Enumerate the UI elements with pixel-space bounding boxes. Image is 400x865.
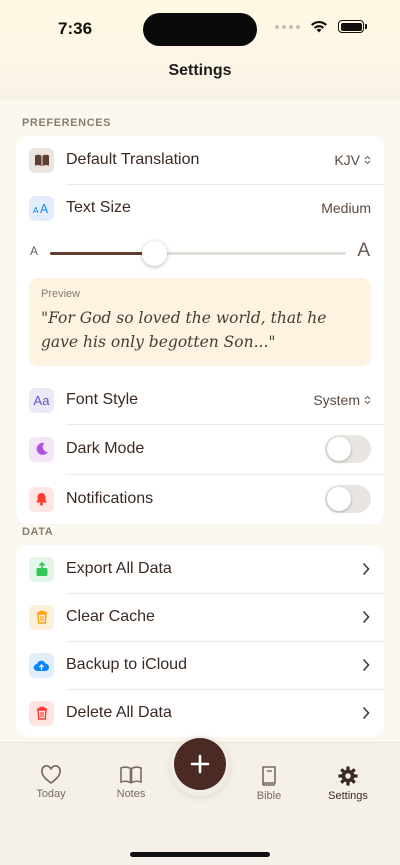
chevron-right-icon — [362, 610, 370, 624]
tab-settings-label: Settings — [328, 790, 368, 802]
default-translation-row[interactable]: Default Translation KJV — [16, 136, 384, 184]
text-size-icon: AA — [29, 195, 54, 221]
wifi-icon — [311, 20, 327, 33]
text-size-slider-row: A A — [16, 232, 384, 278]
text-preview-box: Preview "For God so loved the world, tha… — [29, 278, 371, 366]
font-style-row[interactable]: Aa Font Style System — [16, 376, 384, 424]
text-size-row: AA Text Size Medium — [16, 184, 384, 232]
preview-label: Preview — [41, 288, 81, 300]
svg-text:A: A — [33, 206, 39, 214]
chevron-right-icon — [362, 658, 370, 672]
text-size-slider-fill — [50, 252, 154, 255]
translation-value: KJV — [334, 152, 360, 168]
section-header-data: DATA — [22, 526, 54, 538]
cloud-upload-icon — [29, 652, 54, 678]
section-header-preferences: PREFERENCES — [22, 117, 112, 129]
heart-icon — [41, 765, 61, 785]
backup-to-icloud-label: Backup to iCloud — [66, 656, 187, 673]
dynamic-island — [143, 13, 257, 46]
tab-today[interactable]: Today — [16, 765, 86, 800]
delete-all-data-label: Delete All Data — [66, 704, 172, 721]
gear-icon — [338, 766, 358, 786]
font-style-label: Font Style — [66, 391, 139, 408]
tab-notes[interactable]: Notes — [96, 765, 166, 800]
clear-cache-row[interactable]: Clear Cache — [16, 593, 384, 641]
preview-text: "For God so loved the world, that he gav… — [41, 309, 327, 351]
tab-bible[interactable]: Bible — [234, 765, 304, 802]
slider-min-label: A — [30, 244, 39, 258]
chevron-right-icon — [362, 562, 370, 576]
preferences-card: Default Translation KJV AA Text Size Med… — [16, 136, 384, 524]
tab-today-label: Today — [36, 788, 66, 800]
book-open-icon — [120, 766, 142, 784]
status-time: 7:36 — [58, 19, 93, 38]
battery-icon — [338, 20, 367, 33]
dark-mode-label: Dark Mode — [66, 440, 145, 457]
moon-icon — [29, 436, 54, 462]
text-size-slider-thumb[interactable] — [142, 241, 167, 266]
clear-cache-label: Clear Cache — [66, 608, 155, 625]
share-icon — [29, 556, 54, 582]
tab-settings[interactable]: Settings — [313, 765, 383, 802]
home-indicator — [130, 852, 270, 857]
notifications-label: Notifications — [66, 490, 154, 507]
text-size-value: Medium — [321, 200, 371, 216]
trash-icon — [29, 700, 54, 726]
chevron-up-down-icon — [364, 155, 371, 165]
data-card: Export All Data Clear Cache Backup to iC… — [16, 545, 384, 737]
export-all-data-row[interactable]: Export All Data — [16, 545, 384, 593]
backup-to-icloud-row[interactable]: Backup to iCloud — [16, 641, 384, 689]
top-bar: 7:36 Settings — [0, 0, 400, 100]
slider-max-label: A — [357, 240, 370, 261]
text-size-slider-track[interactable] — [50, 252, 346, 255]
status-icons — [275, 20, 367, 33]
chevron-up-down-icon — [364, 395, 371, 405]
font-style-value: System — [313, 392, 360, 408]
tab-notes-label: Notes — [116, 788, 146, 800]
bell-icon — [29, 486, 54, 512]
notifications-row: Notifications — [16, 474, 384, 524]
export-all-data-label: Export All Data — [66, 560, 172, 577]
trash-icon — [29, 604, 54, 630]
notifications-toggle[interactable] — [325, 485, 371, 513]
chevron-right-icon — [362, 706, 370, 720]
font-style-picker[interactable]: System — [313, 392, 371, 408]
book-icon — [262, 766, 276, 786]
cellular-signal-icon — [275, 24, 300, 29]
font-style-icon: Aa — [29, 387, 54, 413]
dark-mode-row: Dark Mode — [16, 424, 384, 474]
add-button[interactable] — [174, 738, 226, 790]
plus-icon — [190, 754, 210, 774]
svg-text:A: A — [40, 202, 49, 214]
delete-all-data-row[interactable]: Delete All Data — [16, 689, 384, 737]
dark-mode-toggle[interactable] — [325, 435, 371, 463]
text-size-label: Text Size — [66, 199, 131, 216]
tab-bible-label: Bible — [256, 790, 282, 802]
default-translation-label: Default Translation — [66, 151, 200, 168]
translation-picker[interactable]: KJV — [334, 152, 371, 168]
page-title: Settings — [168, 62, 232, 79]
book-icon — [29, 147, 54, 173]
